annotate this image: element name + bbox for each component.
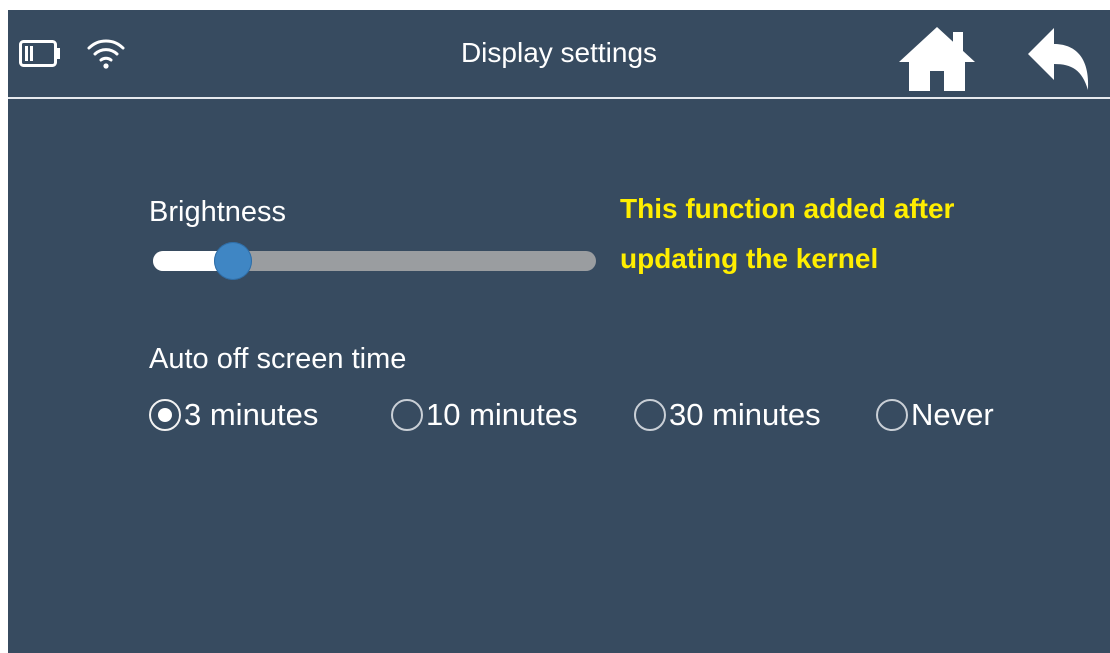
header-divider — [8, 97, 1110, 99]
radio-button[interactable] — [391, 399, 423, 431]
top-bar: Display settings — [8, 10, 1110, 97]
radio-label: Never — [911, 397, 994, 432]
auto-off-label: Auto off screen time — [149, 343, 407, 375]
back-arrow-icon[interactable] — [1024, 24, 1094, 94]
radio-label: 3 minutes — [184, 397, 319, 432]
radio-label: 30 minutes — [669, 397, 821, 432]
display-settings-screen: Display settings Brightness This functio… — [8, 10, 1110, 653]
radio-button[interactable] — [634, 399, 666, 431]
kernel-update-note: This function added after updating the k… — [620, 184, 954, 284]
radio-button-checked[interactable] — [149, 399, 181, 431]
radio-label: 10 minutes — [426, 397, 578, 432]
radio-button[interactable] — [876, 399, 908, 431]
note-line-2: updating the kernel — [620, 243, 879, 274]
brightness-slider-thumb[interactable] — [214, 242, 252, 280]
radio-10-minutes[interactable]: 10 minutes — [391, 394, 578, 436]
home-icon[interactable] — [897, 24, 977, 94]
radio-never[interactable]: Never — [876, 394, 994, 436]
note-line-1: This function added after — [620, 193, 955, 224]
brightness-slider[interactable] — [153, 242, 596, 280]
radio-30-minutes[interactable]: 30 minutes — [634, 394, 821, 436]
brightness-label: Brightness — [149, 196, 287, 228]
radio-3-minutes[interactable]: 3 minutes — [149, 394, 318, 436]
